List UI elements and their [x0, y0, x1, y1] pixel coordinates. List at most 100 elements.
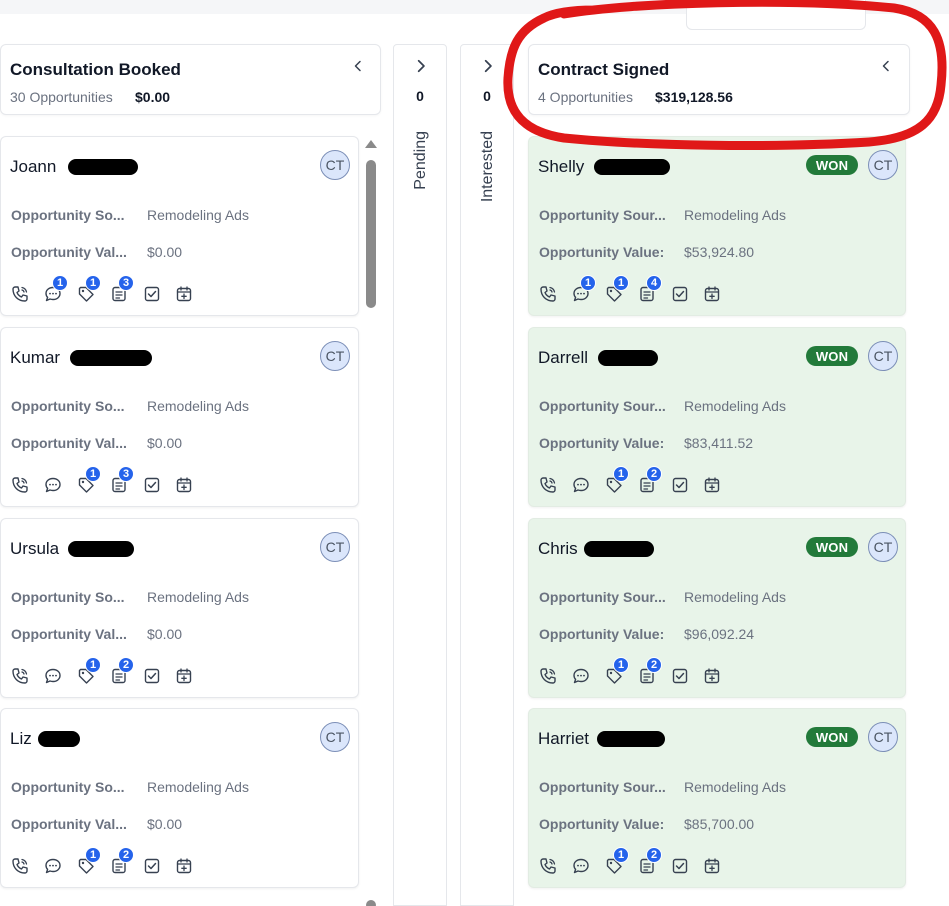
opportunity-value: $85,700.00: [684, 816, 755, 832]
task-icon[interactable]: [141, 855, 163, 877]
collapsed-column-interested[interactable]: 0 Interested: [460, 44, 514, 906]
opportunity-value: $0.00: [147, 626, 183, 642]
opportunity-card[interactable]: Shelly CT WON Opportunity Sour... Remodeling…: [528, 136, 906, 316]
calendar-icon[interactable]: [173, 855, 195, 877]
chat-icon[interactable]: 1: [42, 275, 68, 305]
notes-count-badge: 3: [118, 466, 134, 482]
phone-icon[interactable]: [9, 283, 31, 305]
phone-icon[interactable]: [537, 283, 559, 305]
chat-count-badge: 1: [52, 275, 68, 291]
assignee-avatar[interactable]: CT: [320, 341, 350, 371]
phone-icon[interactable]: [537, 665, 559, 687]
chat-icon[interactable]: [42, 474, 64, 496]
chat-icon[interactable]: [570, 855, 592, 877]
calendar-icon[interactable]: [701, 283, 723, 305]
opportunity-source-value: Remodeling Ads: [684, 207, 786, 223]
calendar-icon[interactable]: [173, 283, 195, 305]
task-icon[interactable]: [141, 283, 163, 305]
assignee-avatar[interactable]: CT: [868, 532, 898, 562]
collapsed-column-pending[interactable]: 0 Pending: [393, 44, 447, 906]
task-icon[interactable]: [669, 665, 691, 687]
scrollbar-down[interactable]: [366, 900, 376, 906]
opportunity-source-value: Remodeling Ads: [684, 779, 786, 795]
task-icon[interactable]: [141, 474, 163, 496]
tag-icon[interactable]: 1: [603, 847, 629, 877]
phone-icon[interactable]: [9, 474, 31, 496]
calendar-icon[interactable]: [701, 855, 723, 877]
contact-name[interactable]: Darrell: [538, 348, 588, 368]
task-icon[interactable]: [669, 474, 691, 496]
contact-name[interactable]: Chris: [538, 539, 578, 559]
opportunity-card[interactable]: Ursula CT Opportunity So... Remodeling Ads O…: [0, 518, 359, 698]
opportunity-card[interactable]: Joann CT Opportunity So... Remodeling Ads Op…: [0, 136, 359, 316]
phone-icon[interactable]: [537, 474, 559, 496]
calendar-icon[interactable]: [701, 474, 723, 496]
calendar-icon[interactable]: [701, 665, 723, 687]
notes-icon[interactable]: 3: [108, 466, 134, 496]
contact-name[interactable]: Liz: [10, 729, 32, 749]
notes-icon[interactable]: 3: [108, 275, 134, 305]
task-icon[interactable]: [669, 283, 691, 305]
chat-icon[interactable]: [570, 665, 592, 687]
phone-icon[interactable]: [9, 855, 31, 877]
notes-count-badge: 2: [118, 657, 134, 673]
tag-icon[interactable]: 1: [75, 466, 101, 496]
chat-icon[interactable]: [42, 665, 64, 687]
chat-icon[interactable]: [42, 855, 64, 877]
redaction-mark: [68, 159, 138, 175]
opportunity-card[interactable]: Chris CT WON Opportunity Sour... Remodeling …: [528, 518, 906, 698]
scroll-up-arrow[interactable]: [365, 140, 377, 148]
opportunity-source-label: Opportunity So...: [11, 207, 125, 223]
redaction-mark: [594, 159, 670, 175]
contact-name[interactable]: Harriet: [538, 729, 589, 749]
calendar-icon[interactable]: [173, 474, 195, 496]
notes-icon[interactable]: 2: [636, 466, 662, 496]
chevron-right-icon[interactable]: [481, 59, 495, 73]
collapse-column-button[interactable]: [877, 57, 895, 75]
assignee-avatar[interactable]: CT: [320, 150, 350, 180]
tag-icon[interactable]: 1: [75, 847, 101, 877]
task-icon[interactable]: [141, 665, 163, 687]
opportunity-card[interactable]: Harriet CT WON Opportunity Sour... Remodelin…: [528, 708, 906, 888]
assignee-avatar[interactable]: CT: [868, 722, 898, 752]
contact-name[interactable]: Kumar: [10, 348, 60, 368]
notes-icon[interactable]: 4: [636, 275, 662, 305]
assignee-avatar[interactable]: CT: [320, 722, 350, 752]
chevron-right-icon[interactable]: [414, 59, 428, 73]
phone-icon[interactable]: [9, 665, 31, 687]
notes-count-badge: 4: [646, 275, 662, 291]
tag-icon[interactable]: 1: [75, 657, 101, 687]
tag-icon[interactable]: 1: [603, 657, 629, 687]
opportunity-card[interactable]: Liz CT Opportunity So... Remodeling Ads Oppo…: [0, 708, 359, 888]
contact-name[interactable]: Ursula: [10, 539, 59, 559]
opportunity-card[interactable]: Kumar CT Opportunity So... Remodeling Ads Op…: [0, 327, 359, 507]
assignee-avatar[interactable]: CT: [320, 532, 350, 562]
collapse-column-button[interactable]: [349, 57, 367, 75]
chat-icon[interactable]: 1: [570, 275, 596, 305]
assignee-avatar[interactable]: CT: [868, 150, 898, 180]
notes-icon[interactable]: 2: [636, 657, 662, 687]
notes-count-badge: 2: [646, 847, 662, 863]
tag-icon[interactable]: 1: [75, 275, 101, 305]
opportunity-value-label: Opportunity Val...: [11, 816, 127, 832]
tag-icon[interactable]: 1: [603, 275, 629, 305]
phone-icon[interactable]: [537, 855, 559, 877]
opportunity-value-label: Opportunity Val...: [11, 244, 127, 260]
notes-icon[interactable]: 2: [636, 847, 662, 877]
notes-icon[interactable]: 2: [108, 847, 134, 877]
opportunity-card[interactable]: Darrell CT WON Opportunity Sour... Remodelin…: [528, 327, 906, 507]
contact-name[interactable]: Joann: [10, 157, 56, 177]
assignee-avatar[interactable]: CT: [868, 341, 898, 371]
opportunity-value: $0.00: [147, 244, 183, 260]
calendar-icon[interactable]: [173, 665, 195, 687]
notes-icon[interactable]: 2: [108, 657, 134, 687]
scrollbar-thumb[interactable]: [366, 160, 376, 308]
notes-count-badge: 2: [646, 466, 662, 482]
opportunity-value-label: Opportunity Value:: [539, 435, 665, 451]
chat-icon[interactable]: [570, 474, 592, 496]
top-control[interactable]: [686, 0, 866, 30]
tag-icon[interactable]: 1: [603, 466, 629, 496]
opportunity-value-label: Opportunity Value:: [539, 244, 665, 260]
task-icon[interactable]: [669, 855, 691, 877]
contact-name[interactable]: Shelly: [538, 157, 584, 177]
